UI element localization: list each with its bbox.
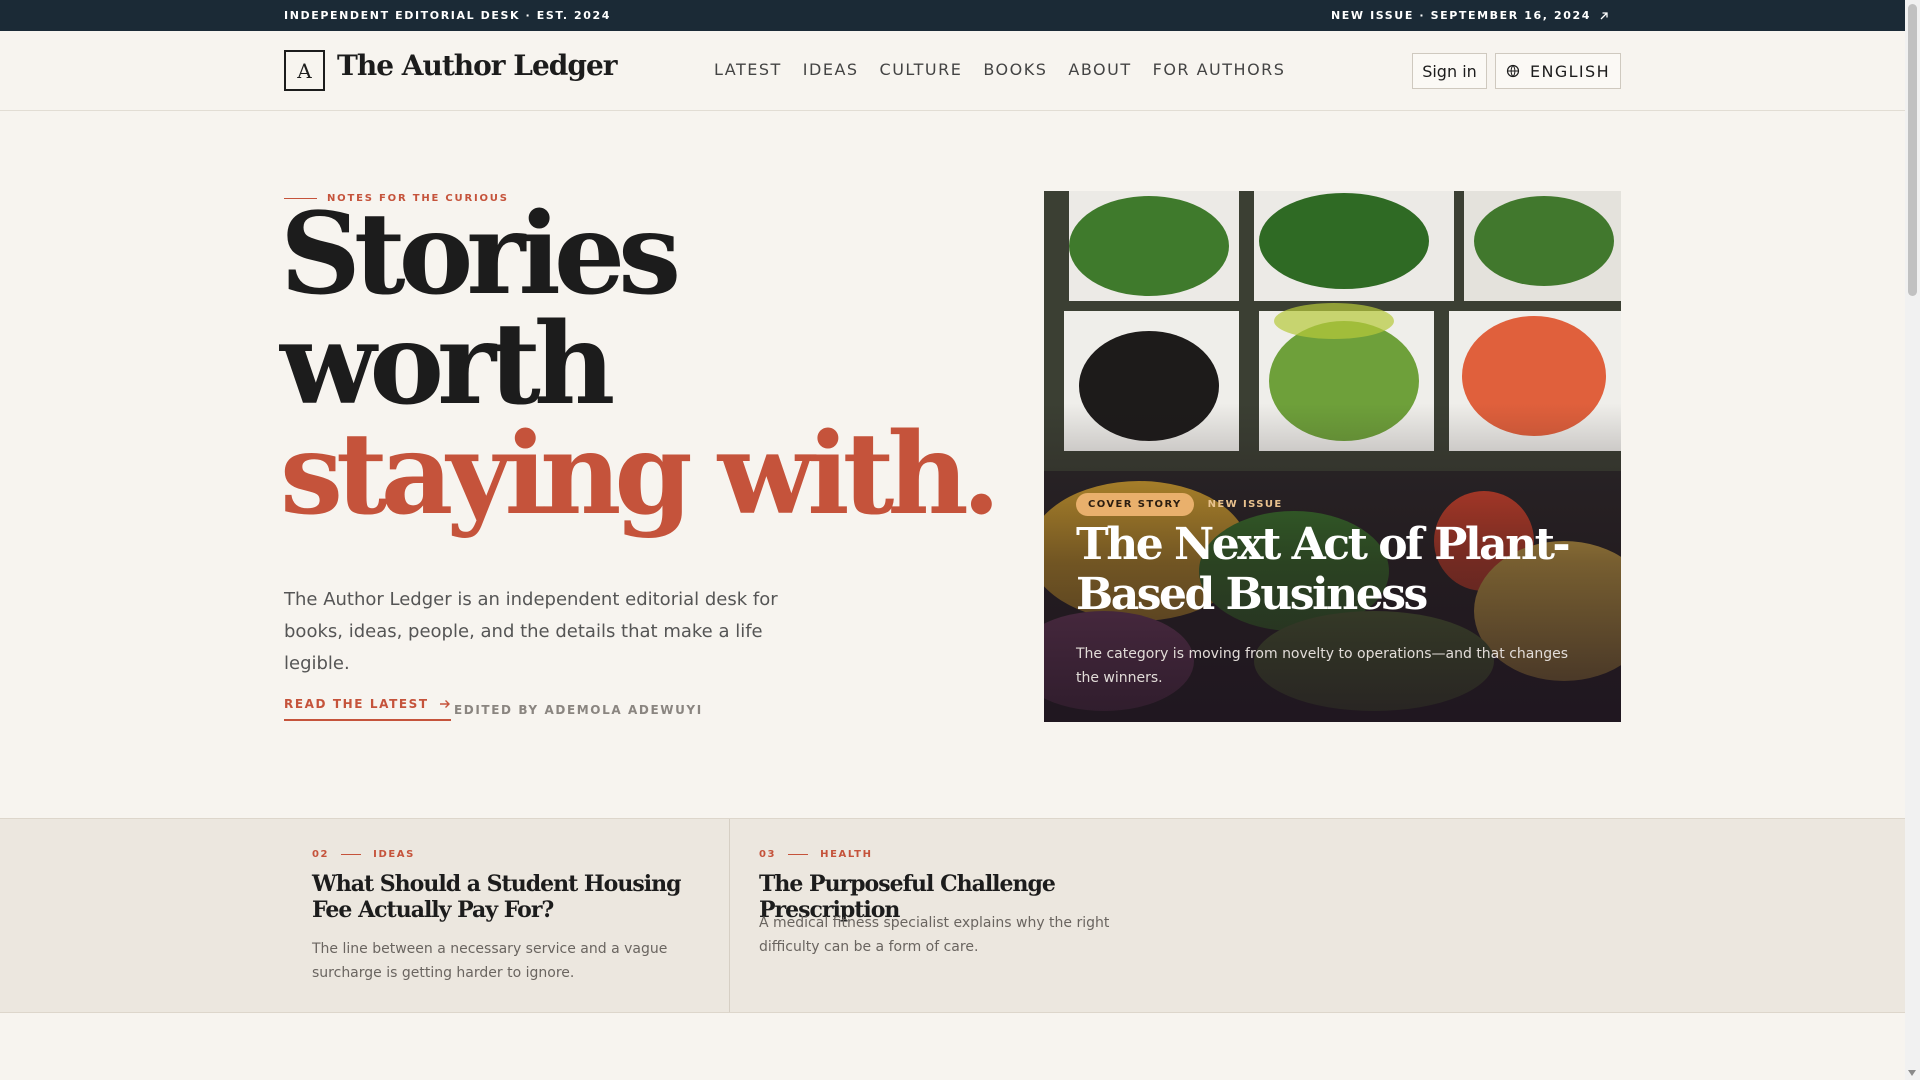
hero-headline-line2: worth — [280, 299, 615, 430]
hero-headline-line1: Stories — [280, 189, 681, 320]
hero-intro: The Author Ledger is an independent edit… — [284, 589, 778, 674]
language-label: ENGLISH — [1529, 61, 1611, 81]
logo-mark[interactable]: A — [284, 50, 325, 91]
nav-about[interactable]: ABOUT — [1068, 60, 1131, 79]
story-dek: A medical fitness specialist explains wh… — [759, 915, 1110, 955]
cover-tags: COVER STORY NEW ISSUE — [1076, 493, 1283, 516]
page-scrollbar[interactable] — [1905, 0, 1920, 1080]
story-number: 02 — [312, 849, 330, 860]
sign-in-button[interactable]: Sign in — [1412, 53, 1487, 89]
story-meta-rule — [341, 854, 362, 855]
nav-for-authors[interactable]: FOR AUTHORS — [1153, 60, 1286, 79]
story-category[interactable]: HEALTH — [820, 849, 872, 860]
story-meta: 02 IDEAS — [312, 849, 415, 860]
cover-story-badge: COVER STORY — [1076, 493, 1194, 516]
globe-icon — [1506, 64, 1520, 78]
desk-tagline: INDEPENDENT EDITORIAL DESK · EST. 2024 — [284, 9, 612, 22]
logo-wordmark[interactable]: The Author Ledger — [337, 49, 618, 82]
new-issue-link[interactable]: NEW ISSUE · SEPTEMBER 16, 2024 — [1331, 9, 1609, 22]
story-title[interactable]: What Should a Student Housing Fee Actual… — [312, 871, 692, 923]
story-strip: 02 IDEAS What Should a Student Housing F… — [0, 818, 1905, 1013]
site-header: A The Author Ledger LATEST IDEAS CULTURE… — [0, 31, 1905, 111]
story-card[interactable]: 03 HEALTH The Purposeful Challenge Presc… — [730, 819, 1430, 1012]
story-card[interactable]: 02 IDEAS What Should a Student Housing F… — [0, 819, 730, 1012]
read-latest-label: READ THE LATEST — [284, 697, 429, 711]
story-meta: 03 HEALTH — [759, 849, 873, 860]
read-latest-link[interactable]: READ THE LATEST — [284, 697, 451, 721]
cover-title[interactable]: The Next Act of Plant-Based Business — [1076, 520, 1596, 620]
top-announcement-bar: INDEPENDENT EDITORIAL DESK · EST. 2024 N… — [0, 0, 1905, 31]
hero-headline-line3: staying with. — [280, 409, 1001, 540]
story-category[interactable]: IDEAS — [373, 849, 415, 860]
scroll-down-icon[interactable] — [1908, 1070, 1916, 1076]
story-meta-rule — [788, 854, 809, 855]
language-selector[interactable]: ENGLISH — [1495, 53, 1621, 89]
main-nav: LATEST IDEAS CULTURE BOOKS ABOUT FOR AUT… — [714, 60, 1285, 79]
nav-ideas[interactable]: IDEAS — [803, 60, 859, 79]
hero-headline: Stories worth staying with. — [280, 189, 1001, 540]
story-number: 03 — [759, 849, 777, 860]
nav-culture[interactable]: CULTURE — [880, 60, 963, 79]
nav-latest[interactable]: LATEST — [714, 60, 782, 79]
story-dek: The line between a necessary service and… — [312, 941, 668, 981]
new-issue-tag: NEW ISSUE — [1207, 499, 1283, 510]
scrollbar-thumb[interactable] — [1908, 4, 1917, 296]
arrow-up-right-icon — [1600, 11, 1608, 19]
cover-dek: The category is moving from novelty to o… — [1076, 646, 1569, 686]
new-issue-text: NEW ISSUE · SEPTEMBER 16, 2024 — [1330, 9, 1591, 22]
editor-credit: EDITED BY ADEMOLA ADEWUYI — [454, 703, 703, 717]
arrow-right-icon — [439, 700, 450, 708]
cover-story-card[interactable]: COVER STORY NEW ISSUE The Next Act of Pl… — [1044, 191, 1621, 722]
nav-books[interactable]: BOOKS — [983, 60, 1047, 79]
